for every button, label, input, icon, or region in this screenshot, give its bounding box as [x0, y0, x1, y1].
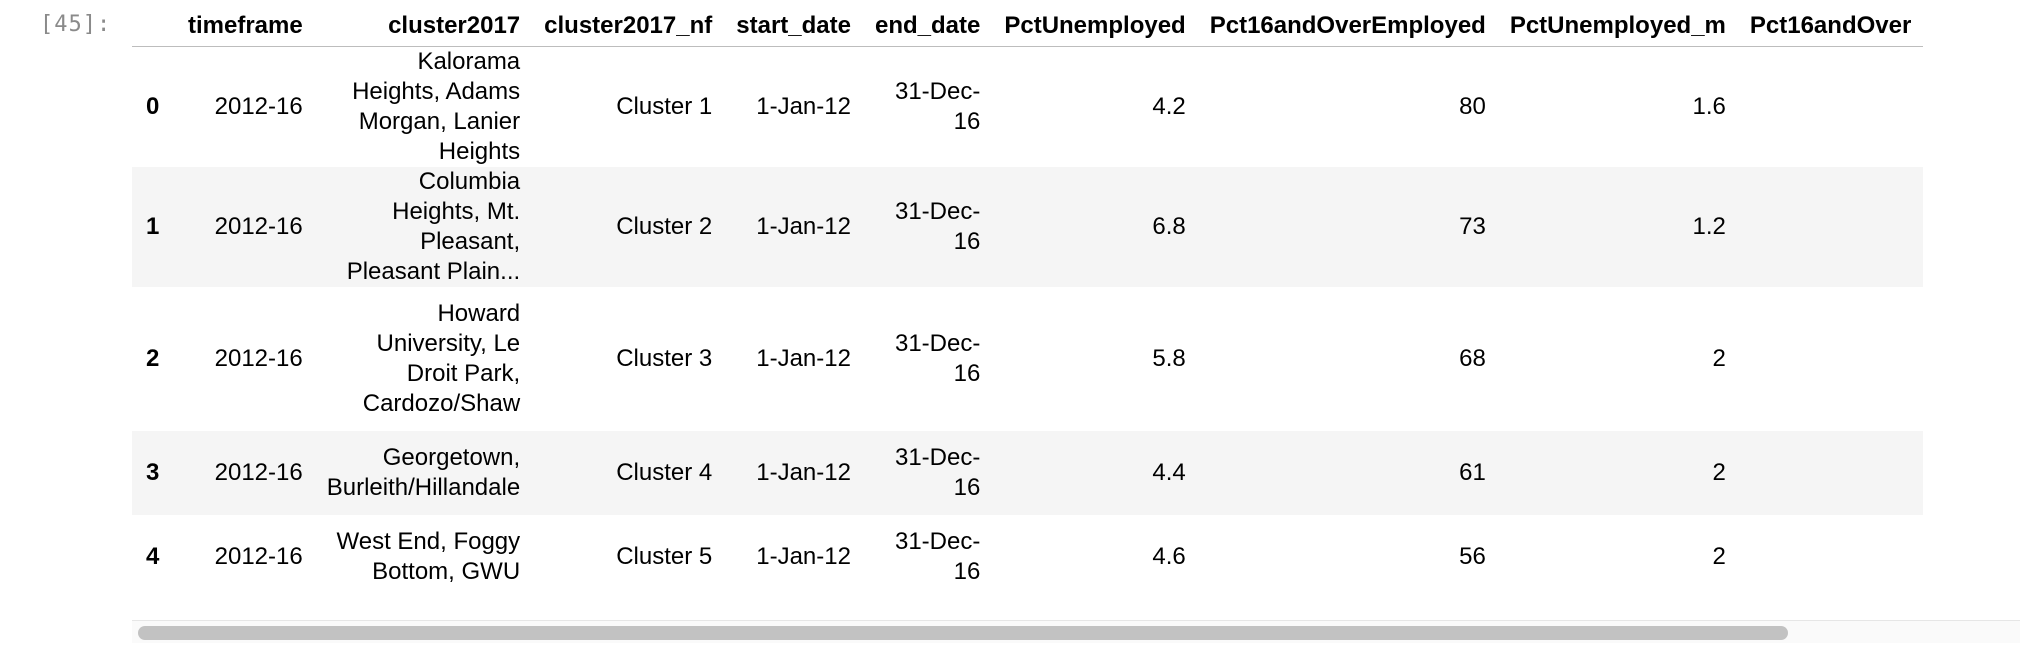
cell-timeframe: 2012-16	[214, 213, 303, 240]
cell-pct-unemployed: 4.6	[1152, 543, 1186, 570]
column-header-end-date: end_date	[862, 6, 993, 47]
cell-pct16-truncated	[1738, 167, 1923, 287]
row-index: 4	[146, 543, 160, 570]
table-row: 1 2012-16 Columbia Heights, Mt. Pleasant…	[132, 167, 1924, 287]
cell-pct-unemployed-m: 1.2	[1692, 213, 1726, 240]
column-header-start-date: start_date	[724, 6, 863, 47]
cell-start-date: 1-Jan-12	[756, 345, 851, 372]
row-index: 3	[146, 459, 160, 486]
table-row: 0 2012-16 Kalorama Heights, Adams Morgan…	[132, 46, 1924, 168]
cell-pct-unemployed: 6.8	[1152, 213, 1186, 240]
table-row: 4 2012-16 West End, Foggy Bottom, GWU Cl…	[132, 515, 1924, 599]
cell-cluster2017-nf: Cluster 4	[616, 459, 713, 486]
cell-start-date: 1-Jan-12	[756, 213, 851, 240]
cell-timeframe: 2012-16	[214, 93, 303, 120]
cell-pct16-truncated	[1738, 515, 1923, 599]
cell-cluster2017-nf: Cluster 2	[616, 213, 713, 240]
cell-timeframe: 2012-16	[214, 543, 303, 570]
column-header-pct16-truncated: Pct16andOver	[1737, 6, 1924, 47]
row-index: 0	[146, 93, 160, 120]
cell-pct16-employed: 56	[1459, 543, 1486, 570]
column-header-pct16-employed: Pct16andOverEmployed	[1197, 6, 1498, 47]
table-row: 2 2012-16 Howard University, Le Droit Pa…	[132, 287, 1924, 431]
row-index: 1	[146, 213, 160, 240]
column-header-pct-unemployed-m: PctUnemployed_m	[1497, 6, 1738, 47]
cell-pct-unemployed-m: 2	[1712, 543, 1726, 570]
cell-pct-unemployed: 4.4	[1152, 459, 1186, 486]
cell-cluster2017-nf: Cluster 5	[616, 543, 713, 570]
table-row: 3 2012-16 Georgetown, Burleith/Hillandal…	[132, 431, 1924, 515]
cell-pct-unemployed-m: 2	[1712, 459, 1726, 486]
cell-cluster2017: Howard University, Le Droit Park, Cardoz…	[362, 300, 521, 417]
cell-start-date: 1-Jan-12	[756, 93, 851, 120]
cell-pct-unemployed: 5.8	[1152, 345, 1186, 372]
cell-pct-unemployed: 4.2	[1152, 93, 1186, 120]
cell-cluster2017: Columbia Heights, Mt. Pleasant, Pleasant…	[346, 168, 521, 285]
cell-end-date: 31-Dec-16	[894, 528, 981, 585]
cell-start-date: 1-Jan-12	[756, 459, 851, 486]
cell-pct-unemployed-m: 2	[1712, 345, 1726, 372]
cell-cluster2017-nf: Cluster 1	[616, 93, 713, 120]
column-header-pct-unemployed: PctUnemployed	[992, 6, 1198, 47]
column-header-timeframe: timeframe	[176, 6, 315, 47]
column-header-cluster2017: cluster2017	[314, 6, 533, 47]
cell-cluster2017-nf: Cluster 3	[616, 345, 713, 372]
horizontal-scrollbar[interactable]	[132, 620, 2020, 643]
scrollbar-thumb[interactable]	[138, 626, 1788, 640]
cell-start-date: 1-Jan-12	[756, 543, 851, 570]
cell-cluster2017: West End, Foggy Bottom, GWU	[336, 528, 521, 585]
cell-execution-count: [45]:	[40, 12, 112, 37]
cell-pct16-employed: 80	[1459, 93, 1486, 120]
cell-end-date: 31-Dec-16	[894, 78, 981, 135]
dataframe-table: timeframe cluster2017 cluster2017_nf sta…	[132, 6, 1924, 599]
row-index: 2	[146, 345, 160, 372]
cell-end-date: 31-Dec-16	[894, 198, 981, 255]
column-header-cluster2017-nf: cluster2017_nf	[532, 6, 725, 47]
cell-end-date: 31-Dec-16	[894, 444, 981, 501]
header-row: timeframe cluster2017 cluster2017_nf sta…	[132, 6, 1924, 47]
cell-pct16-employed: 61	[1459, 459, 1486, 486]
cell-cluster2017: Kalorama Heights, Adams Morgan, Lanier H…	[352, 48, 521, 165]
cell-pct16-employed: 68	[1459, 345, 1486, 372]
cell-pct-unemployed-m: 1.6	[1692, 93, 1726, 120]
cell-end-date: 31-Dec-16	[894, 330, 981, 387]
dataframe-output[interactable]: timeframe cluster2017 cluster2017_nf sta…	[132, 0, 2020, 648]
column-header-index	[132, 6, 176, 47]
cell-timeframe: 2012-16	[214, 345, 303, 372]
cell-timeframe: 2012-16	[214, 459, 303, 486]
cell-pct16-truncated	[1738, 287, 1923, 431]
cell-pct16-employed: 73	[1459, 213, 1486, 240]
cell-pct16-truncated	[1738, 47, 1923, 168]
cell-cluster2017: Georgetown, Burleith/Hillandale	[326, 444, 521, 501]
cell-pct16-truncated	[1738, 431, 1923, 515]
